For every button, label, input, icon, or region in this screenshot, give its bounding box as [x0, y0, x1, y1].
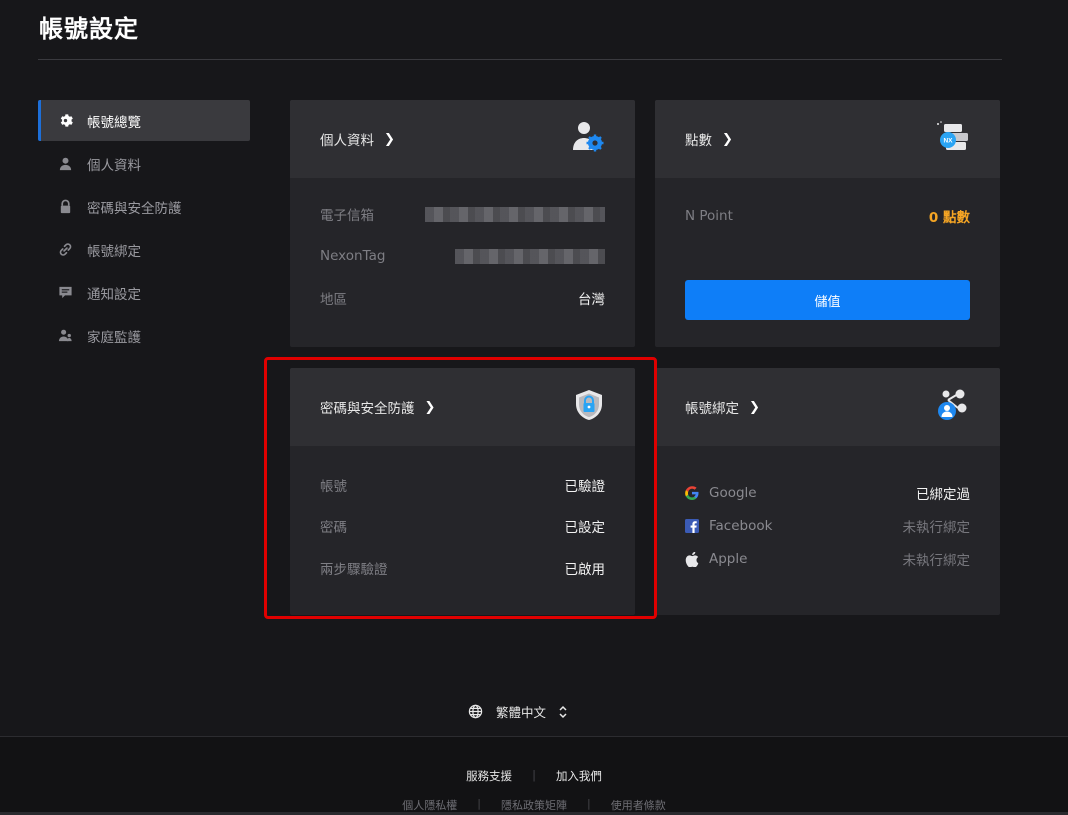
globe-icon	[468, 704, 483, 719]
title-divider	[38, 59, 1002, 60]
message-icon	[57, 285, 73, 301]
family-icon	[57, 328, 73, 344]
footer-link-careers[interactable]: 加入我們	[556, 768, 602, 784]
sidebar-item-notification[interactable]: 通知設定	[38, 272, 250, 313]
chevron-right-icon: ❯	[424, 399, 436, 415]
gear-icon	[57, 113, 73, 129]
redacted-email	[425, 206, 605, 222]
sidebar-item-binding[interactable]: 帳號綁定	[38, 229, 250, 270]
points-card-title[interactable]: 點數 ❯	[685, 129, 733, 150]
profile-card: 個人資料 ❯ 電子信箱 NexonTag 地區 台灣	[290, 100, 635, 347]
footer-link-support[interactable]: 服務支援	[466, 768, 512, 784]
chevron-right-icon: ❯	[384, 131, 395, 147]
binding-row-apple[interactable]: Apple 未執行綁定	[685, 551, 970, 569]
footer-separator: |	[477, 797, 481, 810]
points-value: 0 點數	[928, 210, 970, 226]
sidebar-item-family[interactable]: 家庭監護	[38, 315, 250, 356]
security-card-header[interactable]: 密碼與安全防護 ❯	[290, 368, 635, 446]
redacted-nexontag	[455, 248, 605, 264]
points-row: N Point 0 點數	[685, 208, 970, 226]
security-row-password: 密碼 已設定	[320, 520, 605, 536]
nx-badge-text: NX	[943, 138, 953, 145]
profile-card-title[interactable]: 個人資料 ❯	[320, 129, 395, 150]
user-icon	[57, 156, 73, 172]
sidebar-item-label: 通知設定	[87, 286, 141, 303]
page-title: 帳號設定	[39, 15, 139, 43]
footer-primary-links: 服務支援 | 加入我們	[0, 768, 1068, 784]
profile-row-email: 電子信箱	[320, 206, 605, 224]
chevron-right-icon: ❯	[722, 131, 733, 147]
chevron-right-icon: ❯	[749, 399, 760, 415]
binding-row-google: Google 已綁定過	[685, 485, 970, 503]
sidebar-item-label: 帳號綁定	[87, 243, 141, 260]
profile-row-nexontag: NexonTag	[320, 248, 605, 264]
points-card: 點數 ❯ NX N Point 0 點數 儲值	[655, 100, 1000, 347]
footer-separator: |	[587, 797, 591, 810]
language-label: 繁體中文	[496, 705, 547, 720]
sidebar-item-label: 個人資料	[87, 157, 141, 174]
footer-link-privacy-matrix[interactable]: 隱私政策矩陣	[501, 797, 567, 813]
points-card-header[interactable]: 點數 ❯ NX	[655, 100, 1000, 178]
sidebar-item-label: 密碼與安全防護	[87, 200, 182, 217]
user-settings-icon	[571, 120, 605, 158]
apple-icon	[685, 551, 699, 567]
nx-coins-icon: NX	[934, 120, 970, 158]
language-selector[interactable]: 繁體中文	[468, 702, 568, 721]
sidebar-item-security[interactable]: 密碼與安全防護	[38, 186, 250, 227]
footer-link-terms[interactable]: 使用者條款	[611, 797, 666, 813]
profile-row-region: 地區 台灣	[320, 292, 605, 308]
security-row-2fa: 兩步驟驗證 已啟用	[320, 562, 605, 578]
footer-separator: |	[532, 768, 536, 782]
sidebar-item-profile[interactable]: 個人資料	[38, 143, 250, 184]
sidebar-item-overview[interactable]: 帳號總覽	[38, 100, 250, 141]
security-card-title[interactable]: 密碼與安全防護 ❯	[320, 397, 436, 418]
facebook-icon	[685, 519, 699, 533]
link-icon	[57, 242, 73, 258]
profile-card-header[interactable]: 個人資料 ❯	[290, 100, 635, 178]
sidebar: 帳號總覽 個人資料 密碼與安全防護 帳號綁定 通知設定 家庭監護	[38, 100, 250, 358]
footer-link-privacy[interactable]: 個人隱私權	[402, 797, 457, 813]
sidebar-item-label: 家庭監護	[87, 329, 141, 346]
binding-card: 帳號綁定 ❯ Google 已綁定過 Facebook 未執行綁定 Apple …	[655, 368, 1000, 615]
chevron-updown-icon	[558, 704, 568, 720]
binding-card-header[interactable]: 帳號綁定 ❯	[655, 368, 1000, 446]
recharge-button[interactable]: 儲值	[685, 280, 970, 320]
shield-lock-icon	[573, 388, 605, 426]
security-card: 密碼與安全防護 ❯ 帳號 已驗證 密碼 已設定 兩步驟驗證 已啟用	[290, 368, 635, 615]
lock-icon	[57, 199, 73, 215]
google-icon	[685, 486, 699, 500]
binding-row-facebook[interactable]: Facebook 未執行綁定	[685, 518, 970, 536]
security-row-account: 帳號 已驗證	[320, 479, 605, 495]
footer-secondary-links: 個人隱私權 | 隱私政策矩陣 | 使用者條款	[0, 797, 1068, 813]
sidebar-item-label: 帳號總覽	[87, 114, 141, 131]
binding-card-title[interactable]: 帳號綁定 ❯	[685, 397, 760, 418]
account-link-icon	[936, 388, 970, 426]
footer: 服務支援 | 加入我們 個人隱私權 | 隱私政策矩陣 | 使用者條款	[0, 736, 1068, 815]
